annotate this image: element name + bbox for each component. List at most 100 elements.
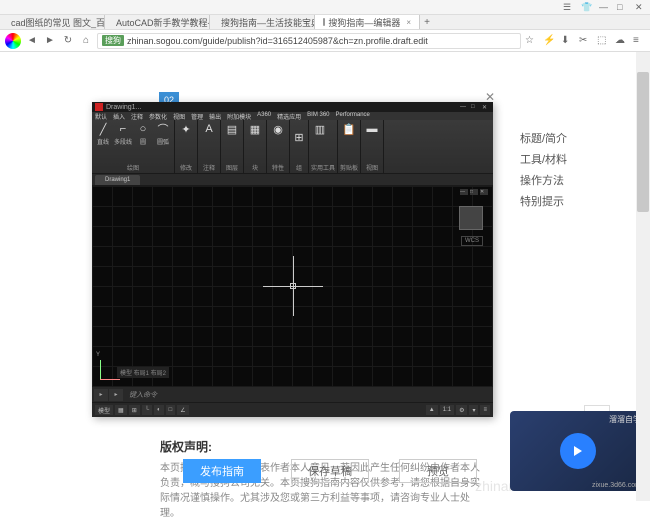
- group-tool[interactable]: ⊞: [292, 122, 306, 152]
- axis-y-label: Y: [96, 352, 100, 358]
- ribbon-tab[interactable]: 视图: [173, 112, 185, 120]
- tab-close-icon[interactable]: ×: [406, 18, 411, 27]
- preview-button[interactable]: 预览: [399, 459, 477, 483]
- cad-minimize-icon[interactable]: —: [460, 104, 468, 110]
- browser-tab-0[interactable]: cad图纸的常见 图文_百度搜索×: [0, 15, 105, 29]
- group-label: 剪贴板: [340, 163, 358, 171]
- ribbon-tab[interactable]: 默认: [95, 112, 107, 120]
- star-icon[interactable]: ☆: [525, 35, 537, 47]
- cmd-layout-button[interactable]: ▸: [109, 389, 123, 401]
- screenshot-icon[interactable]: ✂: [579, 35, 591, 47]
- polyline-icon: ⌐: [116, 122, 130, 136]
- block-tool[interactable]: ▦: [246, 122, 264, 152]
- nav-item-tips[interactable]: 特别提示: [520, 190, 590, 211]
- skin-icon[interactable]: 👕: [581, 2, 591, 12]
- cad-maximize-icon[interactable]: □: [471, 104, 479, 110]
- forward-button[interactable]: ►: [43, 34, 57, 48]
- close-icon[interactable]: ✕: [635, 2, 645, 12]
- gear-icon[interactable]: ⚙: [456, 405, 467, 415]
- text-tool[interactable]: A: [200, 122, 218, 152]
- measure-tool[interactable]: ▥: [311, 122, 329, 152]
- cad-viewport[interactable]: — □ ✕ WCS Y 模型 布局1 布局2: [92, 186, 493, 386]
- autocad-window: Drawing1... — □ ✕ 默认 插入 注释 参数化 视图 管理 输出 …: [92, 102, 493, 417]
- browser-tab-3[interactable]: 搜狗指南—编辑器 ×: [315, 15, 420, 29]
- layers-tool[interactable]: ▤: [223, 122, 241, 152]
- vp-minimize-icon[interactable]: —: [460, 189, 468, 195]
- polar-toggle[interactable]: ◐: [154, 405, 164, 415]
- workspace-toggle[interactable]: ▾: [469, 405, 478, 415]
- ribbon-tab[interactable]: 输出: [209, 112, 221, 120]
- nav-item-steps[interactable]: 操作方法: [520, 169, 590, 190]
- tab-label: 搜狗指南—编辑器: [328, 16, 400, 29]
- circle-icon: ○: [136, 122, 150, 136]
- ribbon-tab[interactable]: 附加模块: [227, 112, 251, 120]
- cad-close-icon[interactable]: ✕: [482, 104, 490, 110]
- scroll-thumb[interactable]: [637, 72, 649, 212]
- vp-maximize-icon[interactable]: □: [470, 189, 478, 195]
- reload-button[interactable]: ↻: [61, 34, 75, 48]
- ribbon-tab[interactable]: 管理: [191, 112, 203, 120]
- group-label: 修改: [177, 163, 195, 171]
- browser-tab-bar: cad图纸的常见 图文_百度搜索× AutoCAD新手教学教程-3D软...× …: [0, 15, 650, 30]
- nav-item-title[interactable]: 标题/简介: [520, 127, 590, 148]
- settings-icon[interactable]: ☰: [563, 2, 573, 12]
- line-tool[interactable]: ╱直线: [94, 122, 112, 152]
- polyline-tool[interactable]: ⌐多段线: [114, 122, 132, 152]
- autocad-logo-icon: [95, 103, 103, 111]
- extension-icon[interactable]: ⬚: [597, 35, 609, 47]
- paste-tool[interactable]: 📋: [340, 122, 358, 152]
- ribbon-tab[interactable]: BIM 360: [307, 112, 329, 120]
- viewcube[interactable]: [459, 206, 483, 230]
- cmd-model-button[interactable]: ▸: [94, 389, 108, 401]
- block-icon: ▦: [248, 122, 262, 136]
- address-bar[interactable]: 搜狗 zhinan.sogou.com/guide/publish?id=316…: [97, 33, 521, 49]
- play-button[interactable]: [560, 433, 596, 469]
- props-tool[interactable]: ◉: [269, 122, 287, 152]
- ribbon-tab[interactable]: A360: [257, 112, 271, 120]
- ribbon-tab[interactable]: 参数化: [149, 112, 167, 120]
- arc-tool[interactable]: ⌒圆弧: [154, 122, 172, 152]
- modify-tool[interactable]: ✦: [177, 122, 195, 152]
- otrack-toggle[interactable]: ∠: [177, 405, 188, 415]
- back-button[interactable]: ◄: [25, 34, 39, 48]
- circle-tool[interactable]: ○圆: [134, 122, 152, 152]
- ribbon-tab[interactable]: 精选应用: [277, 112, 301, 120]
- line-icon: ╱: [96, 122, 110, 136]
- scale-display[interactable]: 1:1: [440, 405, 454, 415]
- ribbon-tab[interactable]: 插入: [113, 112, 125, 120]
- cloud-icon[interactable]: ☁: [615, 35, 627, 47]
- ribbon-tab[interactable]: Performance: [336, 112, 370, 120]
- annotation-toggle[interactable]: ▲: [426, 405, 438, 415]
- scrollbar[interactable]: [636, 52, 650, 501]
- lightning-icon[interactable]: ⚡: [543, 35, 555, 47]
- doc-tab[interactable]: Drawing1: [95, 175, 140, 185]
- ortho-toggle[interactable]: └: [142, 405, 152, 415]
- base-tool[interactable]: ▬: [363, 122, 381, 152]
- wcs-label[interactable]: WCS: [461, 236, 483, 246]
- osnap-toggle[interactable]: □: [166, 405, 176, 415]
- home-button[interactable]: ⌂: [79, 34, 93, 48]
- add-tab-button[interactable]: +: [420, 17, 434, 28]
- minimize-icon[interactable]: —: [599, 2, 609, 12]
- save-draft-button[interactable]: 保存草稿: [291, 459, 369, 483]
- ribbon-group-block: ▦ 块: [244, 120, 267, 173]
- grid-toggle[interactable]: ▦: [115, 405, 127, 415]
- command-input[interactable]: 键入命令: [125, 390, 493, 400]
- cad-doc-tabs: Drawing1: [92, 174, 493, 186]
- favicon-icon: [323, 18, 325, 26]
- ribbon-tab[interactable]: 注释: [131, 112, 143, 120]
- model-space-button[interactable]: 模型: [95, 405, 113, 415]
- doc-tab-label: Drawing1: [105, 177, 130, 183]
- video-widget[interactable]: 溜溜自学 zixue.3d66.com: [510, 411, 645, 491]
- download-icon[interactable]: ⬇: [561, 35, 573, 47]
- browser-tab-1[interactable]: AutoCAD新手教学教程-3D软...×: [105, 15, 210, 29]
- nav-item-tools[interactable]: 工具/材料: [520, 148, 590, 169]
- customize-icon[interactable]: ≡: [480, 405, 490, 415]
- publish-button[interactable]: 发布指南: [183, 459, 261, 483]
- browser-tab-2[interactable]: 搜狗指南—生活技能宝典×: [210, 15, 315, 29]
- snap-toggle[interactable]: ⊞: [129, 405, 140, 415]
- crosshair-icon: [263, 256, 323, 316]
- menu-icon[interactable]: ≡: [633, 35, 645, 47]
- maximize-icon[interactable]: □: [617, 2, 627, 12]
- vp-close-icon[interactable]: ✕: [480, 189, 488, 195]
